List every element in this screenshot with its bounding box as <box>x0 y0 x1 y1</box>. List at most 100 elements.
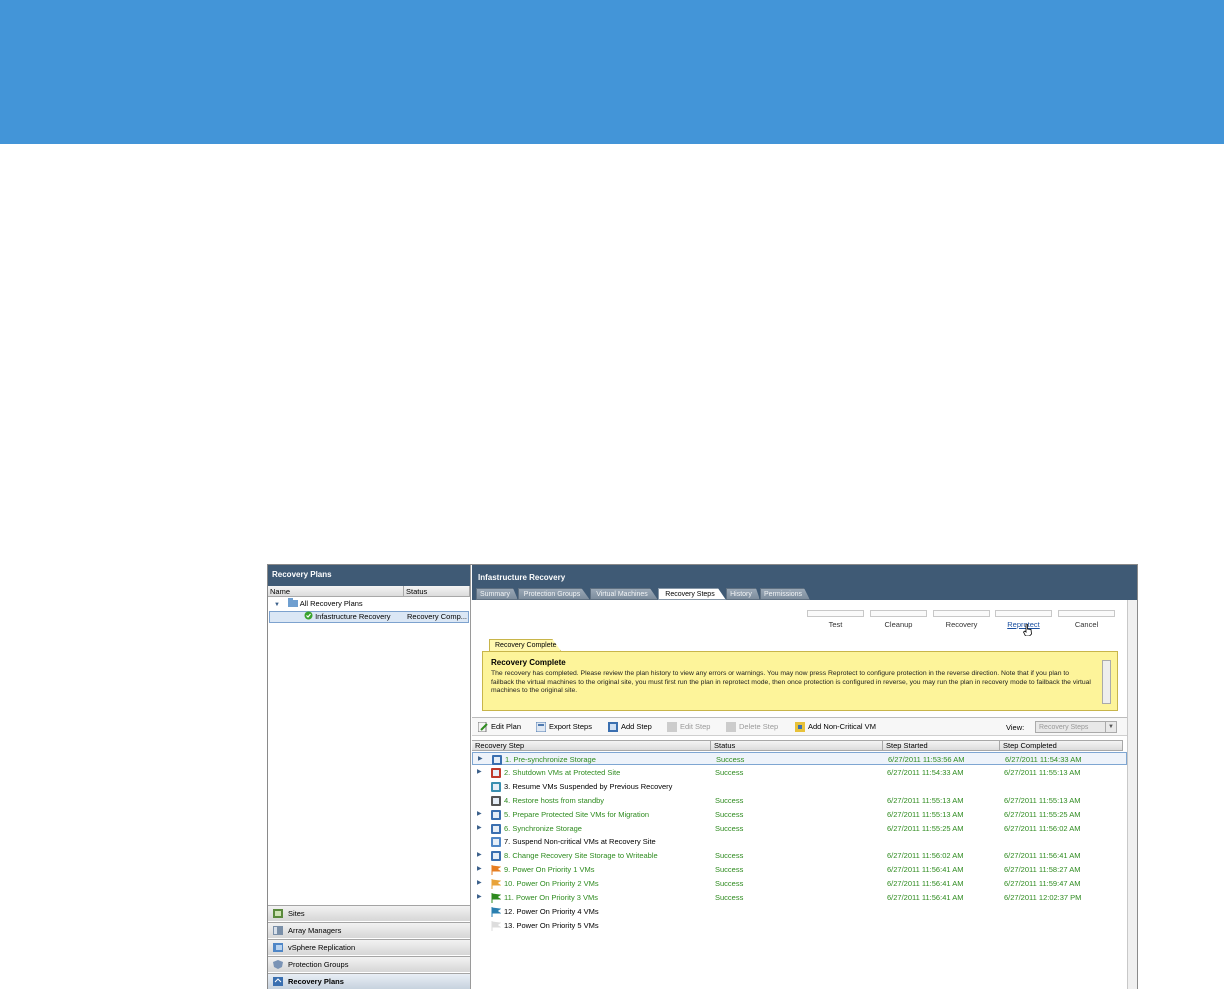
recovery-step-name: 2. Shutdown VMs at Protected Site <box>504 767 621 777</box>
row-expander-icon[interactable]: ▶ <box>477 766 482 779</box>
table-row[interactable]: ▶ 2. Shutdown VMs at Protected Site Succes… <box>472 766 1127 779</box>
shutdown-vm-icon <box>491 767 501 778</box>
message-scrollbar[interactable] <box>1102 660 1111 704</box>
cleanup-button-label[interactable]: Cleanup <box>870 620 927 629</box>
nav-vsphere-replication[interactable]: vSphere Replication <box>268 939 470 955</box>
table-row[interactable]: ▶ 10. Power On Priority 2 VMs Success 6/27/… <box>472 877 1127 890</box>
step-completed: 6/27/2011 11:55:13 AM <box>1004 767 1081 777</box>
table-row[interactable]: ▶ 1. Pre-synchronize Storage Success 6/27/2… <box>472 752 1127 765</box>
table-row[interactable]: 4. Restore hosts from standby Success 6/27… <box>472 794 1127 807</box>
storage-icon <box>491 851 501 862</box>
flag-icon <box>491 879 501 890</box>
table-row[interactable]: 7. Suspend Non-critical VMs at Recovery … <box>472 835 1127 848</box>
vertical-scrollbar[interactable] <box>1127 600 1137 989</box>
step-status: Success <box>715 767 744 777</box>
table-row[interactable]: ▶ 5. Prepare Protected Site VMs for Migra… <box>472 808 1127 821</box>
step-completed: 6/27/2011 11:55:25 AM <box>1004 809 1081 819</box>
resume-vm-icon <box>491 781 501 792</box>
export-icon <box>536 722 546 732</box>
cancel-button-label[interactable]: Cancel <box>1058 620 1115 629</box>
add-step-button[interactable]: Add Step <box>608 722 652 732</box>
row-expander-icon[interactable]: ▶ <box>477 877 482 890</box>
test-button-label[interactable]: Test <box>807 620 864 629</box>
tree-item-all-recovery-plans[interactable]: ▼ All Recovery Plans <box>274 598 363 610</box>
row-expander-icon[interactable]: ▶ <box>477 891 482 904</box>
row-expander-icon[interactable]: ▶ <box>478 753 483 766</box>
edit-plan-icon <box>478 722 488 732</box>
step-status: Success <box>716 755 745 764</box>
column-header-status[interactable]: Status <box>711 740 883 751</box>
tab-permissions[interactable]: Permissions <box>760 588 810 600</box>
tab-recovery-steps[interactable]: Recovery Steps <box>658 588 726 600</box>
table-row[interactable]: ▶ 9. Power On Priority 1 VMs Success 6/27/2… <box>472 863 1127 876</box>
recovery-step-name: 3. Resume VMs Suspended by Previous Reco… <box>504 781 673 791</box>
edit-step-icon <box>667 722 677 732</box>
tree-expander-icon[interactable]: ▼ <box>274 602 280 608</box>
table-row[interactable]: ▶ 11. Power On Priority 3 VMs Success 6/27/… <box>472 891 1127 904</box>
hand-cursor-icon <box>1023 624 1032 636</box>
edit-step-button[interactable]: Edit Step <box>667 722 710 732</box>
row-expander-icon[interactable]: ▶ <box>477 849 482 862</box>
nav-protection-groups[interactable]: Protection Groups <box>268 956 470 972</box>
table-row[interactable]: ▶ 6. Synchronize Storage Success 6/27/2011 … <box>472 822 1127 835</box>
table-row[interactable]: 13. Power On Priority 5 VMs <box>472 919 1127 932</box>
srm-window: Recovery Plans Name Status ▼ All Recover… <box>268 565 1137 989</box>
column-header-status[interactable]: Status <box>404 586 470 597</box>
view-label: View: <box>1006 723 1025 732</box>
folder-icon <box>288 598 299 607</box>
nav-sites[interactable]: Sites <box>268 905 470 921</box>
column-header-step-completed[interactable]: Step Completed <box>1000 740 1123 751</box>
storage-icon <box>492 755 502 765</box>
tab-protection-groups[interactable]: Protection Groups <box>518 588 590 600</box>
top-banner <box>0 0 1224 144</box>
reprotect-button[interactable] <box>995 610 1052 617</box>
view-select[interactable]: Recovery Steps ▼ <box>1035 721 1117 733</box>
nav-recovery-plans[interactable]: Recovery Plans <box>268 973 470 989</box>
left-pane-title: Recovery Plans <box>268 565 470 586</box>
row-expander-icon[interactable]: ▶ <box>477 822 482 835</box>
column-header-step-started[interactable]: Step Started <box>883 740 1000 751</box>
tab-summary[interactable]: Summary <box>476 588 518 600</box>
delete-step-button[interactable]: Delete Step <box>726 722 778 732</box>
tree-item-status: Recovery Comp... <box>407 612 468 621</box>
step-status: Success <box>715 865 744 875</box>
tab-virtual-machines[interactable]: Virtual Machines <box>590 588 658 600</box>
cancel-button[interactable] <box>1058 610 1115 617</box>
step-started: 6/27/2011 11:56:02 AM <box>887 851 964 861</box>
chevron-down-icon[interactable]: ▼ <box>1105 722 1116 732</box>
step-status: Success <box>715 879 744 889</box>
tree-item-label: All Recovery Plans <box>299 599 363 608</box>
shield-icon <box>273 960 283 969</box>
step-completed: 6/27/2011 12:02:37 PM <box>1004 893 1082 902</box>
column-header-recovery-step[interactable]: Recovery Step <box>472 740 711 751</box>
cleanup-button[interactable] <box>870 610 927 617</box>
step-completed: 6/27/2011 11:56:41 AM <box>1004 851 1081 861</box>
row-expander-icon[interactable]: ▶ <box>477 808 482 821</box>
recovery-button[interactable] <box>933 610 990 617</box>
row-expander-icon[interactable]: ▶ <box>477 863 482 876</box>
recovery-step-name: 1. Pre-synchronize Storage <box>505 755 596 764</box>
table-row[interactable]: 3. Resume VMs Suspended by Previous Reco… <box>472 780 1127 793</box>
export-steps-button[interactable]: Export Steps <box>536 722 592 732</box>
edit-plan-button[interactable]: Edit Plan <box>478 722 521 732</box>
recovery-steps-toolbar: Edit Plan Export Steps Add Step Edit Ste… <box>472 717 1137 736</box>
recovery-complete-icon <box>304 611 313 620</box>
recovery-step-name: 12. Power On Priority 4 VMs <box>504 906 599 916</box>
right-pane: Infastructure Recovery Summary Protectio… <box>472 565 1137 989</box>
add-non-critical-vm-button[interactable]: Add Non-Critical VM <box>795 722 876 732</box>
tab-history[interactable]: History <box>726 588 760 600</box>
recovery-step-name: 6. Synchronize Storage <box>504 823 582 833</box>
test-button[interactable] <box>807 610 864 617</box>
step-completed: 6/27/2011 11:59:47 AM <box>1004 879 1081 889</box>
add-vm-icon <box>795 722 805 732</box>
add-step-icon <box>608 722 618 732</box>
table-row[interactable]: ▶ 8. Change Recovery Site Storage to Writ… <box>472 849 1127 862</box>
flag-icon <box>491 906 501 917</box>
table-row[interactable]: 12. Power On Priority 4 VMs <box>472 905 1127 918</box>
step-started: 6/27/2011 11:55:13 AM <box>887 795 964 805</box>
tree-item-label: Infastructure Recovery <box>315 612 391 621</box>
recovery-button-label[interactable]: Recovery <box>933 620 990 629</box>
column-header-name[interactable]: Name <box>268 586 404 597</box>
nav-array-managers[interactable]: Array Managers <box>268 922 470 938</box>
step-status: Success <box>715 851 744 861</box>
